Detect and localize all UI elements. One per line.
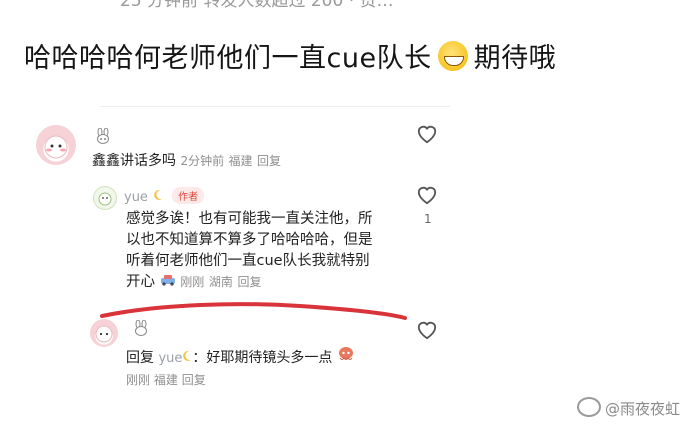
reply-header: yue 作者 [124,186,205,205]
reply2-row: 回复 yue ：好耶期待镜头多一点 [126,346,355,367]
car-emoji-icon [160,274,176,290]
reply-line-1: 感觉多诶！也有可能我一直关注他，所 [126,211,373,227]
reply2-target[interactable]: yue [158,351,182,366]
reply-line-3: 听着何老师他们一直cue队长我就特别 [126,253,370,269]
crescent-moon-icon [182,350,192,366]
reply-reply-button[interactable]: 回复 [237,275,261,289]
bunny-emoji-icon [134,319,148,340]
post-text-main: 哈哈哈哈何老师他们一直cue队长 [24,43,432,74]
weibo-watermark: @雨夜夜虹 [576,397,680,419]
reply2-reply-button[interactable]: 回复 [182,373,206,387]
crescent-moon-icon [153,186,163,205]
comment-row: 鑫鑫讲话多吗 2分钟前 福建 回复 [92,150,281,170]
weibo-logo-icon [576,397,601,417]
reply-line-4: 开心 [126,274,155,290]
comment-text: 鑫鑫讲话多吗 [92,153,176,169]
post-text: 哈哈哈哈何老师他们一直cue队长 期待哦 [24,36,556,75]
avatar[interactable] [36,125,76,165]
post-meta-cut: 25 分钟前 转发人数超过 200 · 赞… [120,0,394,11]
reply-text: 感觉多诶！也有可能我一直关注他，所 以也不知道算不算多了哈哈哈哈，但是 听着何老… [126,209,406,293]
reply2-meta: 刚刚 福建 回复 [126,371,206,388]
reply-location: 湖南 [208,275,233,289]
comment-location: 福建 [228,154,253,168]
bunny-emoji-icon [96,127,110,148]
comment-time: 2分钟前 [180,154,225,168]
reply-line-4-row: 开心 刚刚 湖南 回复 [126,272,406,293]
post-text-tail: 期待哦 [473,43,557,74]
grin-emoji-icon [437,41,468,71]
reply-line-2: 以也不知道算不算多了哈哈哈哈，但是 [126,232,373,248]
reply-time: 刚刚 [180,275,205,289]
reply2-location: 福建 [153,373,178,387]
reply-like-count: 1 [424,212,432,226]
like-heart-icon[interactable] [416,124,438,149]
divider [100,106,450,107]
reply2-prefix: 回复 [126,350,154,366]
comment-reply-button[interactable]: 回复 [257,154,281,168]
author-badge: 作者 [172,187,205,204]
reply-like-heart-icon[interactable] [416,185,438,210]
reply-username[interactable]: yue [124,190,148,205]
reply2-time: 刚刚 [126,373,151,387]
reply2-content: ：好耶期待镜头多一点 [192,350,333,366]
octopus-emoji-icon [337,347,355,366]
watermark-text: @雨夜夜虹 [604,400,680,418]
reply-avatar[interactable] [93,186,117,210]
reply2-avatar[interactable] [90,319,118,347]
reply2-like-heart-icon[interactable] [416,320,438,345]
